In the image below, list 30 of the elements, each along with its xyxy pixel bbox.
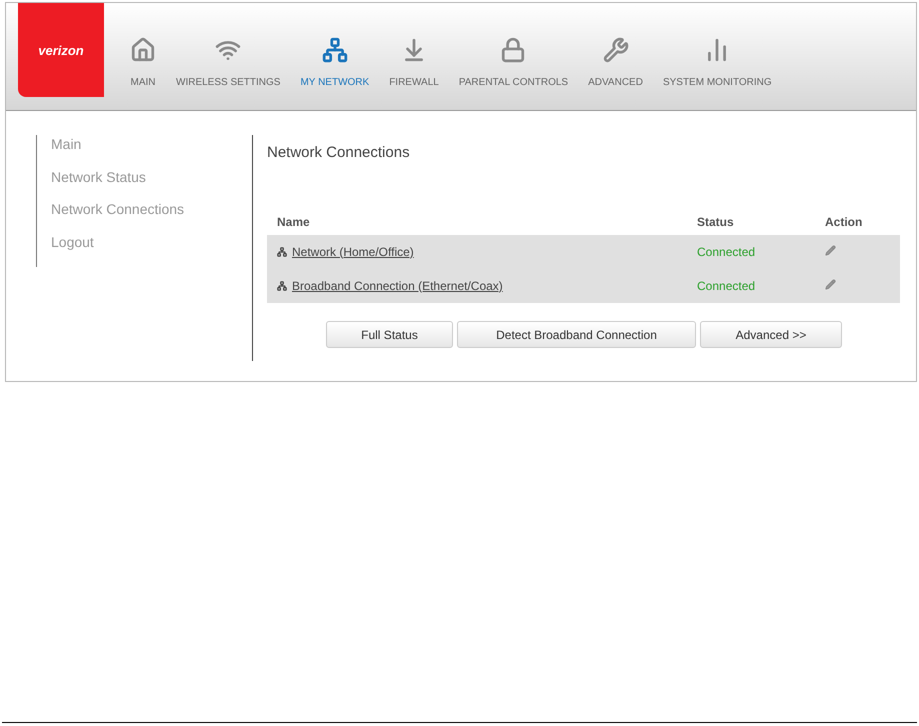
sidebar-item[interactable]: Network Status: [51, 168, 220, 186]
sidebar-item[interactable]: Main: [51, 135, 220, 154]
nav-tab[interactable]: WIRELESS SETTINGS: [176, 3, 280, 88]
sidebar-item[interactable]: Network Connections: [51, 200, 220, 218]
action-button[interactable]: Advanced >>: [700, 321, 842, 348]
connection-link[interactable]: Network (Home/Office): [292, 244, 414, 258]
network-icon: [322, 37, 348, 63]
status-cell: Connected: [687, 269, 815, 303]
lock-icon: [500, 37, 526, 63]
column-header: Action: [815, 208, 900, 235]
nav-tab[interactable]: SYSTEM MONITORING: [662, 3, 772, 88]
action-button[interactable]: Full Status: [326, 321, 453, 348]
nav-tab[interactable]: MY NETWORK: [300, 3, 370, 88]
nav-tab[interactable]: FIREWALL: [389, 3, 439, 88]
page-title: Network Connections: [267, 144, 411, 161]
nav-tab[interactable]: ADVANCED: [588, 3, 643, 88]
edit-icon[interactable]: [825, 245, 836, 256]
network-icon: [277, 280, 287, 290]
logo-text: verizon: [38, 42, 84, 58]
edit-icon[interactable]: [825, 279, 836, 290]
column-header: Status: [687, 208, 815, 235]
network-icon: [277, 246, 287, 256]
action-button[interactable]: Detect Broadband Connection: [457, 321, 696, 348]
nav-tab[interactable]: PARENTAL CONTROLS: [458, 3, 568, 88]
wrench-icon: [602, 37, 629, 63]
nav-tab[interactable]: MAIN: [130, 3, 156, 88]
column-header: Name: [267, 208, 687, 235]
status-cell: Connected: [687, 235, 815, 269]
sidebar-item[interactable]: Logout: [51, 232, 220, 251]
home-icon: [130, 37, 156, 63]
